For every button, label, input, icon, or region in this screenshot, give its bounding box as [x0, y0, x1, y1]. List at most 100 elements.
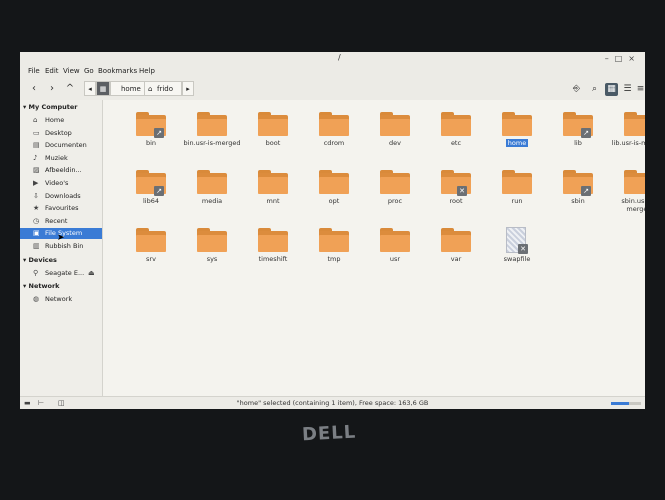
sidebar-section-network[interactable]: ▾ Network	[23, 282, 60, 290]
folder-lib[interactable]: ↗ lib	[548, 108, 608, 166]
folder-opt[interactable]: opt	[304, 166, 364, 224]
sidebar-item-desktop[interactable]: ▭ Desktop	[20, 128, 102, 139]
breadcrumb-right-arrow[interactable]: ▸	[182, 81, 194, 96]
file-name-label: dev	[365, 139, 425, 147]
minimize-button[interactable]: –	[605, 54, 615, 63]
sidebar-item-home[interactable]: ⌂ Home	[20, 115, 102, 126]
file-name-label: root	[426, 197, 486, 205]
menu-view[interactable]: View	[63, 67, 80, 75]
sidebar-item-documenten[interactable]: ▤ Documenten	[20, 140, 102, 151]
file-name-text: etc	[450, 139, 462, 147]
folder-var[interactable]: var	[426, 224, 486, 282]
documents-icon: ▤	[33, 141, 40, 150]
folder-icon	[136, 228, 166, 252]
forward-button[interactable]: ›	[46, 83, 58, 95]
home-icon: ⌂	[33, 116, 38, 124]
file-name-text: mnt	[266, 197, 280, 205]
folder-root[interactable]: ✕ root	[426, 166, 486, 224]
sidebar-item-label: Seagate E...	[45, 268, 85, 277]
folder-icon	[502, 112, 532, 136]
file-name-text: var	[450, 255, 462, 263]
close-button[interactable]: ×	[628, 54, 641, 63]
folder-bin[interactable]: ↗ bin	[121, 108, 181, 166]
trash-icon: ▥	[33, 242, 40, 250]
eject-icon[interactable]: ⏏	[88, 268, 95, 279]
folder-icon	[624, 170, 645, 194]
sidebar-section-title: Devices	[28, 255, 57, 264]
sidebar-item-favourites[interactable]: ★ Favourites	[20, 203, 102, 214]
folder-run[interactable]: run	[487, 166, 547, 224]
folder-bin-usr-is-merged[interactable]: bin.usr-is-merged	[182, 108, 242, 166]
file-name-text: boot	[265, 139, 281, 147]
menu-help[interactable]: Help	[139, 67, 155, 75]
folder-icon	[624, 112, 645, 136]
file-name-label: timeshift	[243, 255, 303, 263]
file-swapfile[interactable]: ✕ swapfile	[487, 224, 547, 282]
back-button[interactable]: ‹	[28, 83, 40, 95]
symlink-badge-icon: ↗	[154, 186, 164, 196]
folder-sbin-usr-is-merged[interactable]: sbin.usr-is-merged	[609, 166, 645, 224]
folder-boot[interactable]: boot	[243, 108, 303, 166]
file-name-text: proc	[387, 197, 403, 205]
folder-tmp[interactable]: tmp	[304, 224, 364, 282]
sidebar-item-seagate-e[interactable]: ⚲ Seagate E... ⏏	[20, 268, 102, 279]
file-name-label: cdrom	[304, 139, 364, 147]
folder-timeshift[interactable]: timeshift	[243, 224, 303, 282]
search-icon[interactable]: ⌕	[588, 83, 601, 96]
folder-icon	[197, 170, 227, 194]
menu-file[interactable]: File	[28, 67, 40, 75]
window-controls[interactable]: –□×	[605, 54, 641, 63]
folder-usr[interactable]: usr	[365, 224, 425, 282]
icon-view-button[interactable]: ▦	[605, 83, 618, 96]
file-name-label: lib64	[121, 197, 181, 205]
zoom-slider[interactable]	[611, 402, 641, 405]
folder-home[interactable]: home	[487, 108, 547, 166]
up-button[interactable]: ^	[64, 83, 76, 95]
file-name-label: media	[182, 197, 242, 205]
sidebar-item-network[interactable]: ◍ Network	[20, 294, 102, 305]
folder-sbin[interactable]: ↗ sbin	[548, 166, 608, 224]
folder-media[interactable]: media	[182, 166, 242, 224]
sidebar-item-video-s[interactable]: ▶ Video's	[20, 178, 102, 189]
no-access-badge-icon: ✕	[457, 186, 467, 196]
root-drive-icon[interactable]: ▦	[96, 81, 110, 96]
folder-sys[interactable]: sys	[182, 224, 242, 282]
menu-edit[interactable]: Edit	[45, 67, 59, 75]
sidebar-item-recent[interactable]: ◷ Recent	[20, 216, 102, 227]
sidebar-item-muziek[interactable]: ♪ Muziek	[20, 153, 102, 164]
folder-lib-usr-is-merged[interactable]: lib.usr-is-merged	[609, 108, 645, 166]
mouse-cursor-icon: ➤	[57, 233, 65, 243]
file-name-label: lib.usr-is-merged	[609, 139, 645, 147]
sidebar-item-afbeeldin[interactable]: ▨ Afbeeldin...	[20, 165, 102, 176]
sidebar-item-label: Favourites	[45, 204, 79, 213]
breadcrumb-frido[interactable]: ⌂ frido	[144, 81, 182, 96]
sidebar-section-my-computer[interactable]: ▾ My Computer	[23, 103, 78, 111]
pictures-icon: ▨	[33, 166, 40, 175]
folder-dev[interactable]: dev	[365, 108, 425, 166]
toolbar: ‹ › ^ ◂ ▦ home ⌂ frido ▸ ⎆ ⌕ ▦ ☰ ≡	[20, 78, 645, 101]
sidebar-item-downloads[interactable]: ⇩ Downloads	[20, 191, 102, 202]
folder-etc[interactable]: etc	[426, 108, 486, 166]
menu-go[interactable]: Go	[84, 67, 94, 75]
folder-proc[interactable]: proc	[365, 166, 425, 224]
terminal-icon[interactable]: ⎆	[570, 83, 583, 96]
drive-icon: ▣	[33, 229, 40, 238]
file-name-text: lib.usr-is-merged	[611, 139, 645, 147]
menu-bookmarks[interactable]: Bookmarks	[98, 67, 137, 75]
breadcrumb-home[interactable]: home	[110, 81, 148, 96]
sidebar-item-label: Documenten	[45, 141, 87, 150]
folder-lib64[interactable]: ↗ lib64	[121, 166, 181, 224]
sidebar-item-label: Home	[45, 116, 65, 124]
sidebar-section-title: Network	[28, 282, 60, 291]
file-name-text: home	[505, 139, 529, 147]
file-name-label: srv	[121, 255, 181, 263]
maximize-button[interactable]: □	[615, 54, 629, 63]
music-icon: ♪	[33, 153, 38, 162]
sidebar-section-devices[interactable]: ▾ Devices	[23, 256, 57, 264]
folder-srv[interactable]: srv	[121, 224, 181, 282]
breadcrumb-left-arrow[interactable]: ◂	[84, 81, 96, 96]
folder-cdrom[interactable]: cdrom	[304, 108, 364, 166]
list-view-button[interactable]: ☰	[621, 83, 634, 96]
compact-view-button[interactable]: ≡	[634, 83, 645, 96]
folder-mnt[interactable]: mnt	[243, 166, 303, 224]
